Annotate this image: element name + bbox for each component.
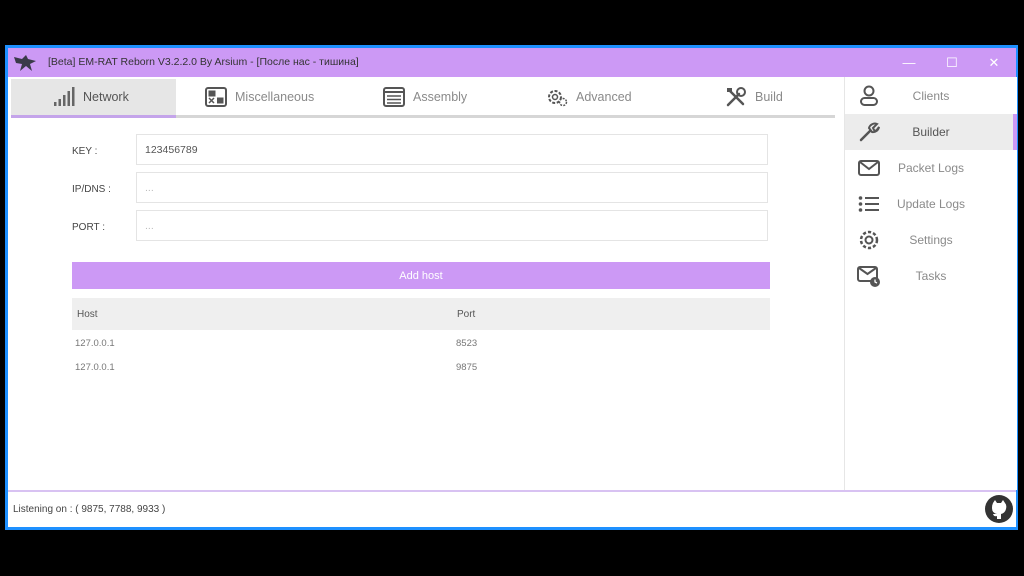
user-icon [860, 85, 878, 106]
close-button[interactable]: ✕ [974, 48, 1014, 77]
signal-bars-icon [54, 87, 75, 106]
tab-build[interactable]: Build [725, 79, 783, 115]
misc-grid-icon [205, 87, 227, 107]
tools-icon [726, 87, 746, 107]
tab-miscellaneous[interactable]: Miscellaneous [205, 79, 314, 115]
tab-advanced[interactable]: Advanced [546, 79, 632, 115]
sidebar: Clients Builder Packet Logs Update Logs … [844, 77, 1017, 490]
title-bar[interactable]: [Beta] EM-RAT Reborn V3.2.2.0 By Arsium … [8, 48, 1016, 77]
github-icon [985, 495, 1013, 523]
tab-miscellaneous-label: Miscellaneous [235, 90, 315, 104]
tab-active-indicator [11, 115, 176, 118]
status-separator [8, 490, 1016, 492]
ip-dns-label: IP/DNS : [72, 184, 111, 195]
ip-dns-input[interactable]: ... [136, 172, 768, 203]
sidebar-item-label: Clients [912, 89, 950, 103]
github-button[interactable] [984, 494, 1014, 524]
gears-icon [548, 90, 568, 107]
raven-logo-icon [12, 51, 38, 75]
sidebar-item-settings[interactable]: Settings [845, 222, 1017, 258]
tab-assembly[interactable]: Assembly [383, 79, 467, 115]
minimize-button[interactable]: — [889, 48, 929, 77]
tab-build-label: Build [755, 90, 783, 104]
active-indicator [1013, 114, 1017, 150]
hosts-table-header: Host Port [72, 298, 770, 330]
listening-status: Listening on : ( 9875, 7788, 9933 ) [13, 504, 166, 515]
sidebar-item-label: Packet Logs [897, 161, 965, 175]
tab-assembly-label: Assembly [413, 90, 468, 104]
wrench-icon [859, 122, 880, 142]
sidebar-item-packet-logs[interactable]: Packet Logs [845, 150, 1017, 186]
sidebar-item-label: Tasks [915, 269, 947, 283]
host-column-header[interactable]: Host [77, 309, 98, 320]
host-cell: 127.0.0.1 [75, 338, 115, 349]
key-input[interactable]: 123456789 [136, 134, 768, 165]
tab-network[interactable]: Network [11, 79, 176, 115]
main-window: [Beta] EM-RAT Reborn V3.2.2.0 By Arsium … [8, 48, 1017, 527]
tab-advanced-label: Advanced [576, 90, 632, 104]
port-input[interactable]: ... [136, 210, 768, 241]
list-icon [858, 196, 879, 212]
sidebar-item-update-logs[interactable]: Update Logs [845, 186, 1017, 222]
sidebar-item-builder[interactable]: Builder [845, 114, 1017, 150]
add-host-button[interactable]: Add host [72, 262, 770, 289]
key-label: KEY : [72, 146, 98, 157]
port-cell: 9875 [456, 362, 478, 373]
list-window-icon [383, 87, 405, 107]
envelope-icon [858, 160, 880, 176]
maximize-button[interactable]: ☐ [932, 48, 972, 77]
sidebar-item-label: Update Logs [896, 197, 966, 211]
sidebar-item-label: Builder [912, 125, 950, 139]
port-label: PORT : [72, 222, 105, 233]
host-cell: 127.0.0.1 [75, 362, 115, 373]
builder-tab-bar: Network Miscellaneous Assembly Advanced … [11, 79, 835, 115]
port-cell: 8523 [456, 338, 478, 349]
sidebar-item-tasks[interactable]: Tasks [845, 258, 1017, 294]
mail-clock-icon [857, 266, 880, 287]
window-title: [Beta] EM-RAT Reborn V3.2.2.0 By Arsium … [48, 56, 359, 68]
tab-network-label: Network [83, 90, 129, 104]
gear-icon [859, 230, 879, 250]
sidebar-item-clients[interactable]: Clients [845, 78, 1017, 114]
port-column-header[interactable]: Port [457, 309, 475, 320]
sidebar-item-label: Settings [909, 233, 953, 247]
